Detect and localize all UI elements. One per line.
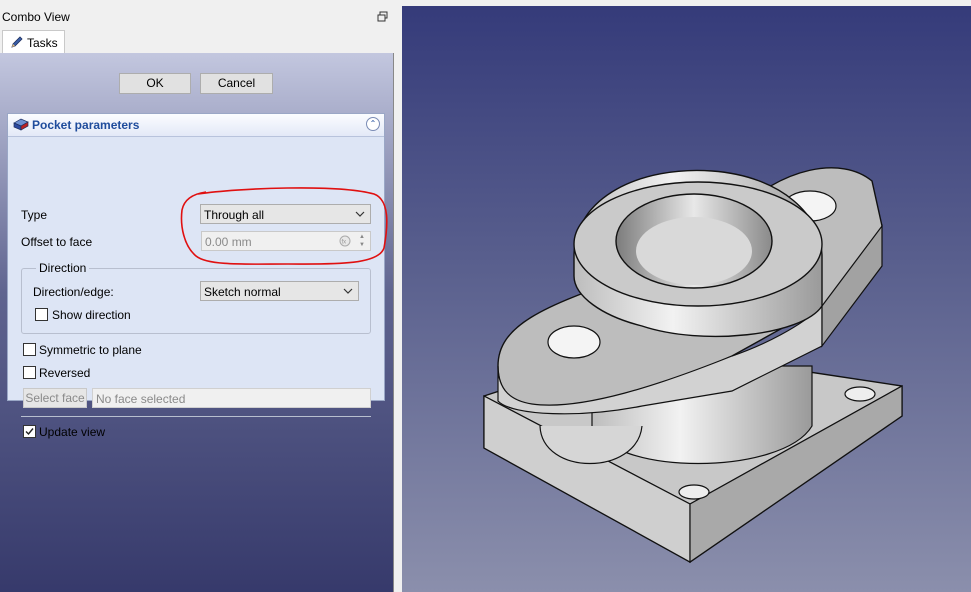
combo-view-titlebar: Combo View [0,8,393,26]
pocket-parameters-panel: Pocket parameters ⌃ Type Through all Off… [7,113,385,439]
type-dropdown[interactable]: Through all [200,204,371,224]
ok-button[interactable]: OK [119,73,191,94]
reversed-checkbox[interactable] [23,366,36,379]
update-view-label: Update view [39,425,106,439]
3d-viewport[interactable] [402,6,971,592]
type-label: Type [21,208,48,222]
chevron-down-icon [355,208,365,218]
reversed-label: Reversed [39,366,91,380]
pocket-panel-header[interactable]: Pocket parameters ⌃ [8,114,384,137]
show-direction-label: Show direction [52,308,131,322]
show-direction-checkbox[interactable] [35,308,48,321]
expression-icon[interactable]: fx [339,235,351,247]
tab-tasks-label: Tasks [27,36,58,50]
cancel-button[interactable]: Cancel [200,73,273,94]
direction-edge-label: Direction/edge: [33,285,114,299]
3d-model [483,167,903,564]
spin-down-icon[interactable]: ▼ [356,241,368,249]
offset-label: Offset to face [21,235,93,249]
combo-view-panel: Combo View Tasks OK Cancel Pocket parame… [0,0,397,592]
symmetric-label: Symmetric to plane [39,343,142,357]
select-face-button[interactable]: Select face [23,388,87,408]
divider [21,416,371,417]
update-view-checkbox[interactable] [23,425,36,438]
tasks-panel: OK Cancel Pocket parameters ⌃ Type Throu… [0,53,394,592]
checkmark-icon [25,428,34,436]
pencil-icon [10,35,24,49]
spin-up-icon[interactable]: ▲ [356,233,368,241]
direction-edge-dropdown[interactable]: Sketch normal [200,281,359,301]
pocket-panel-title: Pocket parameters [32,118,140,132]
face-field[interactable]: No face selected [92,388,371,408]
svg-text:fx: fx [342,240,347,246]
pocket-feature-icon [13,117,29,131]
restore-window-icon[interactable] [377,11,389,23]
collapse-icon[interactable]: ⌃ [366,117,380,131]
face-field-placeholder: No face selected [96,392,186,406]
direction-group: Direction Direction/edge: Sketch normal … [21,261,371,334]
type-dropdown-value: Through all [204,208,265,222]
direction-group-title: Direction [36,261,90,275]
offset-value: 0.00 mm [205,235,252,249]
tab-tasks[interactable]: Tasks [2,30,65,53]
direction-edge-value: Sketch normal [204,285,281,299]
combo-view-title: Combo View [2,10,70,24]
chevron-down-icon [343,285,353,295]
symmetric-checkbox[interactable] [23,343,36,356]
offset-to-face-input[interactable]: 0.00 mm fx ▲ ▼ [201,231,371,251]
